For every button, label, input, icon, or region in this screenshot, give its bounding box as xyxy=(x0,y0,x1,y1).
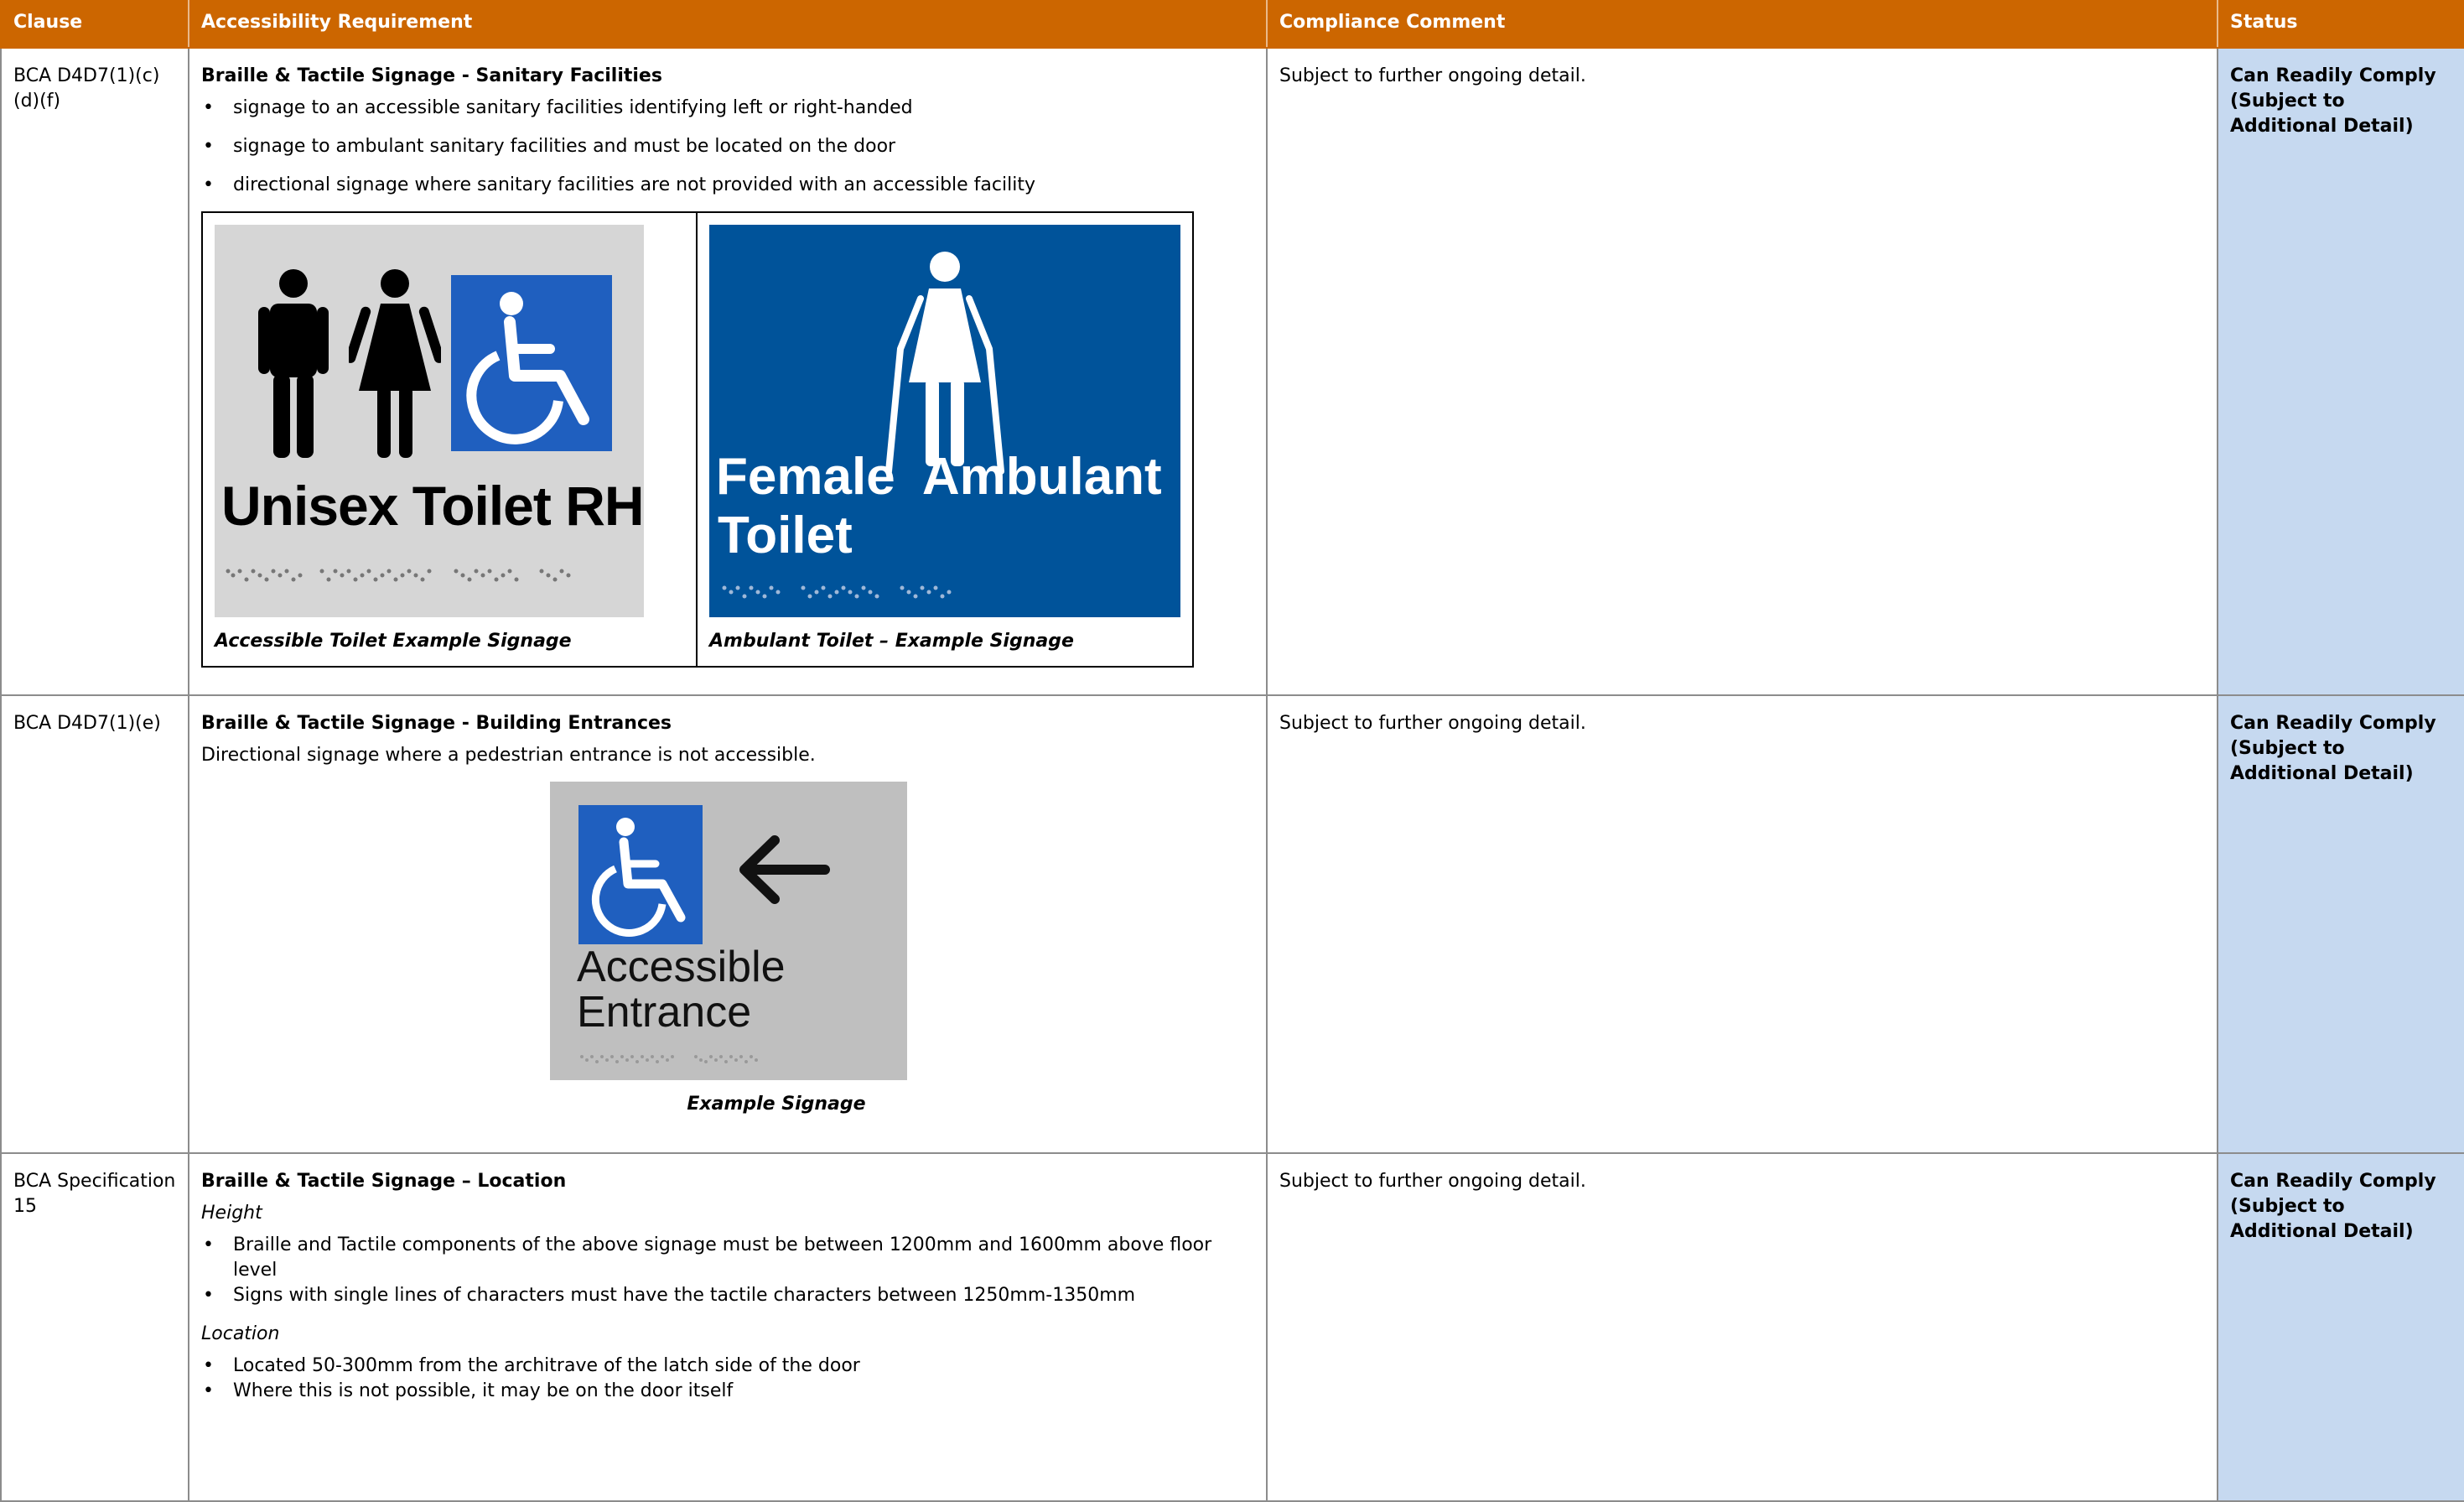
braille-dots xyxy=(226,569,571,582)
female-ambulant-sign-line1: Female Ambulant xyxy=(716,448,1162,506)
requirement-title: Braille & Tactile Signage – Location xyxy=(201,1171,567,1192)
requirement-bullets: signage to an accessible sanitary facili… xyxy=(201,96,1254,198)
unisex-sign-text: Unisex Toilet RH xyxy=(221,475,645,537)
requirement-cell: Braille & Tactile Signage - Building Ent… xyxy=(188,694,1268,1154)
entrance-sign-line1: Accessible xyxy=(577,943,786,991)
requirement-cell: Braille & Tactile Signage – Location Hei… xyxy=(188,1152,1268,1502)
header-clause: Clause xyxy=(0,0,189,49)
list-item: Located 50-300mm from the architrave of … xyxy=(203,1354,1254,1379)
entrance-example-wrapper: Accessible Entrance Example Signage xyxy=(201,782,1254,1117)
unisex-toilet-sign-image: Unisex Toilet RH xyxy=(215,225,645,617)
clause-cell: BCA D4D7(1)(e) xyxy=(0,694,189,1154)
female-ambulant-sign-line2: Toilet xyxy=(718,507,853,564)
accessibility-symbol xyxy=(578,805,703,944)
header-comment: Compliance Comment xyxy=(1266,0,2218,49)
header-requirement: Accessibility Requirement xyxy=(188,0,1268,49)
comment-cell: Subject to further ongoing detail. xyxy=(1266,694,2218,1154)
comment-cell: Subject to further ongoing detail. xyxy=(1266,47,2218,696)
accessible-toilet-caption: Accessible Toilet Example Signage xyxy=(215,631,572,652)
accessibility-symbol xyxy=(451,275,612,451)
braille-dots xyxy=(722,585,952,599)
ambulant-toilet-example: Female Ambulant Toilet Ambulant Toilet –… xyxy=(696,211,1194,668)
braille-dots xyxy=(580,1055,758,1063)
list-item: signage to an accessible sanitary facili… xyxy=(203,96,1254,121)
entrance-sign-line2: Entrance xyxy=(577,988,752,1037)
list-item: signage to ambulant sanitary facilities … xyxy=(203,134,1254,159)
status-cell: Can Readily Comply (Subject to Additiona… xyxy=(2217,47,2464,696)
ambulant-toilet-caption: Ambulant Toilet – Example Signage xyxy=(709,631,1074,652)
height-bullets: Braille and Tactile components of the ab… xyxy=(201,1233,1254,1308)
table-row: BCA D4D7(1)(c)(d)(f) Braille & Tactile S… xyxy=(0,47,2464,696)
requirement-text: Directional signage where a pedestrian e… xyxy=(201,745,816,766)
male-figure-icon xyxy=(258,269,329,458)
clause-cell: BCA D4D7(1)(c)(d)(f) xyxy=(0,47,189,696)
accessibility-compliance-table: Clause Accessibility Requirement Complia… xyxy=(0,0,2464,1502)
height-label: Height xyxy=(201,1203,262,1224)
table-header-row: Clause Accessibility Requirement Complia… xyxy=(0,0,2464,49)
table-row: BCA D4D7(1)(e) Braille & Tactile Signage… xyxy=(0,694,2464,1154)
requirement-title: Braille & Tactile Signage - Building Ent… xyxy=(201,713,672,734)
location-label: Location xyxy=(201,1323,280,1344)
entrance-caption: Example Signage xyxy=(687,1094,866,1115)
arrow-left-icon xyxy=(739,835,830,904)
location-bullets: Located 50-300mm from the architrave of … xyxy=(201,1354,1254,1404)
requirement-title: Braille & Tactile Signage - Sanitary Fac… xyxy=(201,65,662,86)
signage-examples-table: Unisex Toilet RH Accessible Toilet Examp… xyxy=(201,211,1194,668)
status-cell: Can Readily Comply (Subject to Additiona… xyxy=(2217,1152,2464,1502)
list-item: Where this is not possible, it may be on… xyxy=(203,1379,1254,1404)
comment-cell: Subject to further ongoing detail. xyxy=(1266,1152,2218,1502)
list-item: Braille and Tactile components of the ab… xyxy=(203,1233,1254,1283)
female-figure-icon xyxy=(349,269,441,458)
wheelchair-icon xyxy=(591,818,686,937)
list-item: directional signage where sanitary facil… xyxy=(203,173,1254,198)
status-cell: Can Readily Comply (Subject to Additiona… xyxy=(2217,694,2464,1154)
ambulant-female-figure-icon xyxy=(885,252,1004,475)
clause-cell: BCA Specification 15 xyxy=(0,1152,189,1502)
requirement-cell: Braille & Tactile Signage - Sanitary Fac… xyxy=(188,47,1268,696)
female-ambulant-sign-image: Female Ambulant Toilet xyxy=(709,225,1180,617)
table-row: BCA Specification 15 Braille & Tactile S… xyxy=(0,1152,2464,1502)
header-status: Status xyxy=(2217,0,2464,49)
wheelchair-icon xyxy=(466,292,589,444)
accessible-entrance-sign-image: Accessible Entrance xyxy=(550,782,907,1080)
accessible-toilet-example: Unisex Toilet RH Accessible Toilet Examp… xyxy=(201,211,698,668)
list-item: Signs with single lines of characters mu… xyxy=(203,1283,1254,1308)
